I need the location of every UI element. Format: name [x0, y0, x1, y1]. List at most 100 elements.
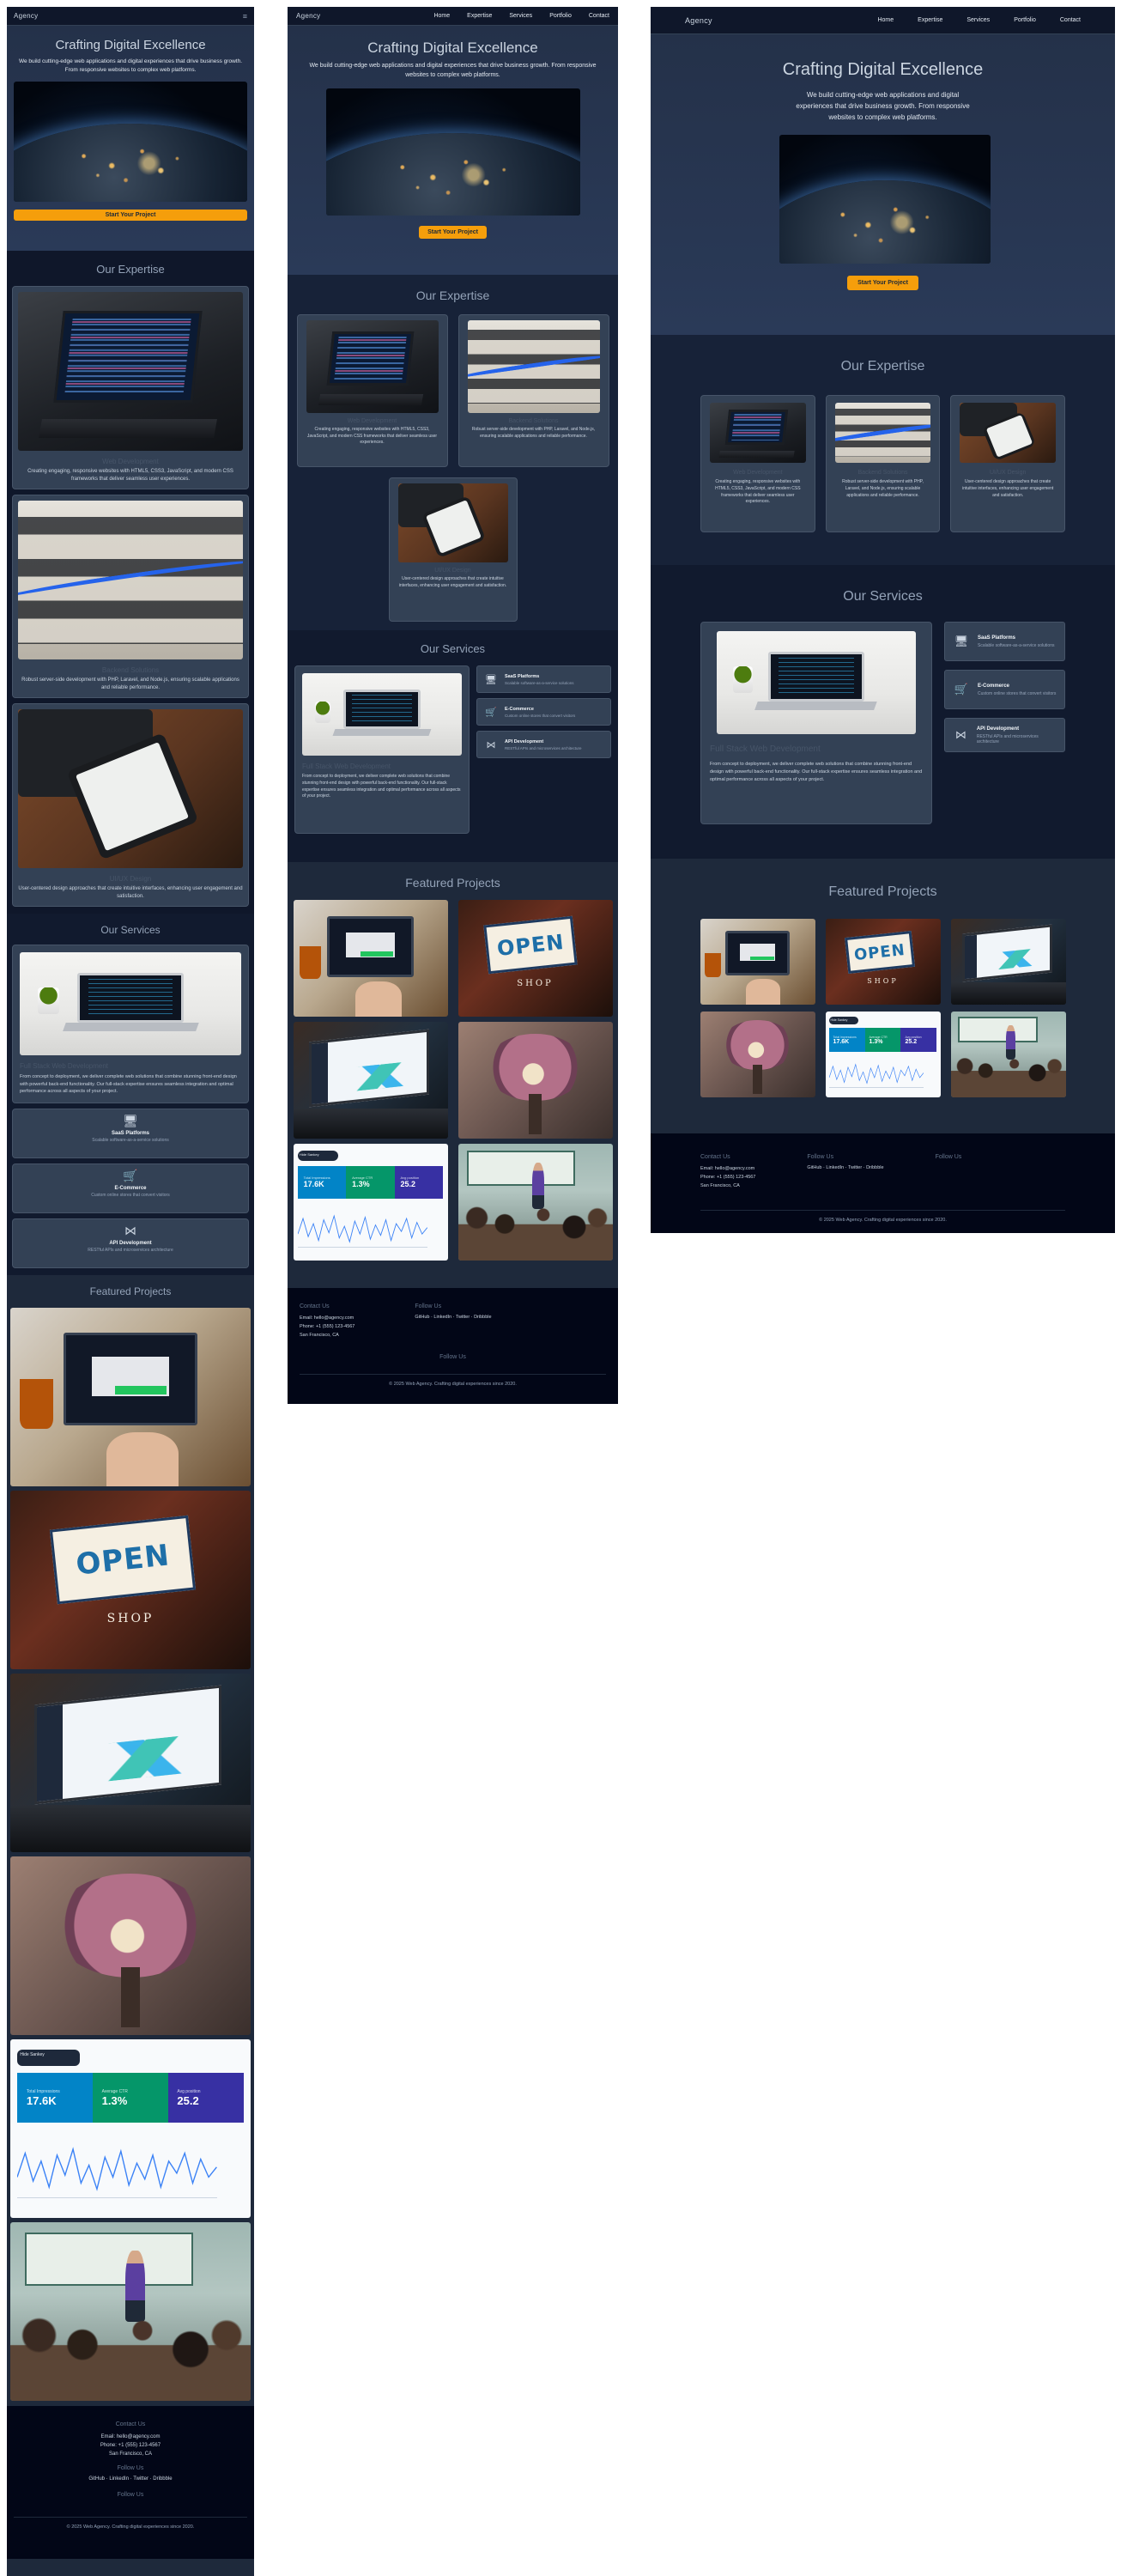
portfolio-item[interactable] — [457, 1144, 613, 1261]
kpi-label: Total Impressions — [833, 1035, 857, 1039]
social-link-dribbble[interactable]: Dribbble — [153, 2476, 172, 2482]
portfolio-item[interactable] — [457, 1022, 613, 1139]
service-item-saas[interactable]: 🖥 SaaS Platforms Scalable software-as-a-… — [12, 1108, 249, 1158]
kpi-value: 17.6K — [833, 1038, 850, 1045]
portfolio-item[interactable] — [293, 1022, 448, 1139]
hero-title: Crafting Digital Excellence — [55, 38, 206, 52]
social-link-linkedin[interactable]: LinkedIn — [433, 1315, 451, 1320]
service-item-ecommerce[interactable]: 🛒 E-Commerce Custom online stores that co… — [944, 670, 1065, 709]
kpi-value: 25.2 — [177, 2093, 199, 2107]
portfolio-item[interactable]: OPEN SHOP — [10, 1490, 251, 1669]
nav-item-portfolio[interactable]: Portfolio — [549, 13, 572, 19]
social-link-dribbble[interactable]: Dribbble — [474, 1315, 491, 1320]
nav-item-home[interactable]: Home — [433, 13, 450, 19]
services-section: Our Services Full Stack Web Development … — [651, 565, 1115, 859]
featured-title: Full Stack Web Development — [710, 744, 821, 754]
nav-item-portfolio[interactable]: Portfolio — [1014, 17, 1036, 23]
nav-item-services[interactable]: Services — [966, 17, 990, 23]
footer-social-title: Follow Us — [415, 1303, 442, 1309]
social-link-dribbble[interactable]: Dribbble — [866, 1165, 883, 1170]
service-title: API Development — [109, 1240, 152, 1246]
service-item-saas[interactable]: 🖥 SaaS Platforms Scalable software-as-a-s… — [944, 622, 1065, 661]
service-item-api[interactable]: ⋈ API Development RESTful APIs and micro… — [12, 1218, 249, 1268]
portfolio-item[interactable] — [10, 2221, 251, 2401]
start-project-button[interactable]: Start Your Project — [847, 276, 918, 291]
social-link-github[interactable]: GitHub — [807, 1165, 821, 1170]
nav-item-contact[interactable]: Contact — [1060, 17, 1081, 23]
open-sign-text: OPEN — [495, 929, 566, 962]
featured-service-card: Full Stack Web Development From concept … — [700, 622, 932, 824]
start-project-button[interactable]: Start Your Project — [419, 226, 487, 239]
expertise-card: Web Development Creating engaging, respo… — [296, 314, 448, 467]
portfolio-item[interactable] — [10, 1673, 251, 1852]
portfolio-item[interactable] — [10, 1307, 251, 1486]
services-section: Our Services Full Stack Web Development … — [288, 630, 618, 862]
social-link-linkedin[interactable]: LinkedIn — [826, 1165, 844, 1170]
kpi-label: Total Impressions — [26, 2088, 60, 2094]
service-item-api[interactable]: ⋈ API Development RESTful APIs and micros… — [476, 731, 611, 758]
portfolio-section: Featured Projects OPEN SHOP Hide Sankey T… — [651, 859, 1115, 1133]
nav-item-expertise[interactable]: Expertise — [918, 17, 942, 23]
footer-phone: Phone: +1 (555) 123-4567 — [700, 1174, 756, 1180]
service-text: RESTful APIs and microservices architect… — [976, 733, 1039, 744]
hero-image-earth — [779, 135, 991, 264]
tablet-frame: Agency Home Expertise Services Portfolio… — [288, 7, 618, 1404]
portfolio-item[interactable] — [950, 919, 1066, 1005]
kpi-label: Avg position — [905, 1035, 922, 1039]
portfolio-item[interactable]: OPEN SHOP — [825, 919, 941, 1005]
footer-contact-title: Contact Us — [300, 1303, 330, 1309]
expertise-card: UI/UX Design User-centered design approa… — [12, 703, 249, 907]
navbar: Agency Home Expertise Services Portfolio… — [288, 7, 618, 26]
card-title: Backend Solutions — [857, 470, 908, 476]
portfolio-title: Featured Projects — [89, 1285, 172, 1297]
api-nodes-icon: ⋈ — [124, 1223, 136, 1237]
logo[interactable]: Agency — [14, 12, 38, 20]
portfolio-item[interactable] — [700, 1012, 815, 1097]
portfolio-item[interactable] — [293, 900, 448, 1017]
portfolio-item[interactable] — [950, 1012, 1066, 1097]
nav-item-expertise[interactable]: Expertise — [467, 13, 492, 19]
social-link-twitter[interactable]: Twitter — [848, 1165, 862, 1170]
footer: Contact Us Email: hello@agency.com Phone… — [651, 1133, 1115, 1233]
card-text: Robust server-side development with PHP,… — [471, 427, 596, 439]
social-link-github[interactable]: GitHub — [88, 2476, 105, 2482]
portfolio-item[interactable]: Hide Sankey Total Impressions 17.6K Avera… — [293, 1144, 448, 1261]
featured-image-desk — [20, 952, 241, 1055]
hero-section: Crafting Digital Excellence We build cut… — [651, 34, 1115, 335]
footer-email: Email: hello@agency.com — [100, 2433, 161, 2439]
service-item-ecommerce[interactable]: 🛒 E-Commerce Custom online stores that c… — [12, 1163, 249, 1213]
social-link-twitter[interactable]: Twitter — [133, 2476, 148, 2482]
portfolio-item[interactable] — [700, 919, 815, 1005]
logo[interactable]: Agency — [685, 16, 712, 25]
card-image-cables — [467, 320, 600, 413]
portfolio-item[interactable]: OPEN SHOP — [457, 900, 613, 1017]
service-item-ecommerce[interactable]: 🛒 E-Commerce Custom online stores that co… — [476, 698, 611, 726]
kpi-label: Average CTR — [101, 2088, 128, 2094]
kpi-label: Avg position — [177, 2088, 201, 2094]
service-text: RESTful APIs and microservices architect… — [88, 1247, 173, 1253]
service-item-saas[interactable]: 🖥 SaaS Platforms Scalable software-as-a-s… — [476, 665, 611, 693]
nav-item-services[interactable]: Services — [509, 13, 532, 19]
portfolio-item[interactable]: Hide Sankey Total Impressions 17.6K Avera… — [825, 1012, 941, 1097]
social-link-linkedin[interactable]: LinkedIn — [109, 2476, 129, 2482]
expertise-card: Backend Solutions Robust server-side dev… — [825, 395, 941, 532]
nav-item-home[interactable]: Home — [877, 17, 894, 23]
services-title: Our Services — [843, 589, 923, 604]
kpi-value: 1.3% — [352, 1180, 370, 1189]
expertise-card: UI/UX Design User-centered design approa… — [950, 395, 1066, 532]
portfolio-item[interactable] — [10, 1856, 251, 2035]
social-link-twitter[interactable]: Twitter — [456, 1315, 470, 1320]
expertise-title: Our Expertise — [96, 263, 165, 276]
service-item-api[interactable]: ⋈ API Development RESTful APIs and micros… — [944, 718, 1065, 752]
hamburger-icon[interactable]: ≡ — [243, 12, 247, 21]
hero-section: Crafting Digital Excellence We build cut… — [288, 26, 618, 275]
hero-image-earth — [325, 88, 580, 216]
social-link-github[interactable]: GitHub — [415, 1315, 429, 1320]
start-project-button[interactable]: Start Your Project — [14, 209, 247, 221]
portfolio-item[interactable]: Hide Sankey Total Impressions 17.6K Avera… — [10, 2038, 251, 2218]
footer-social-title-alt: Follow Us — [117, 2492, 144, 2499]
logo[interactable]: Agency — [296, 12, 320, 20]
kpi-label: Average CTR — [869, 1035, 888, 1039]
featured-service-card: Full Stack Web Development From concept … — [12, 945, 249, 1103]
nav-item-contact[interactable]: Contact — [589, 13, 609, 19]
